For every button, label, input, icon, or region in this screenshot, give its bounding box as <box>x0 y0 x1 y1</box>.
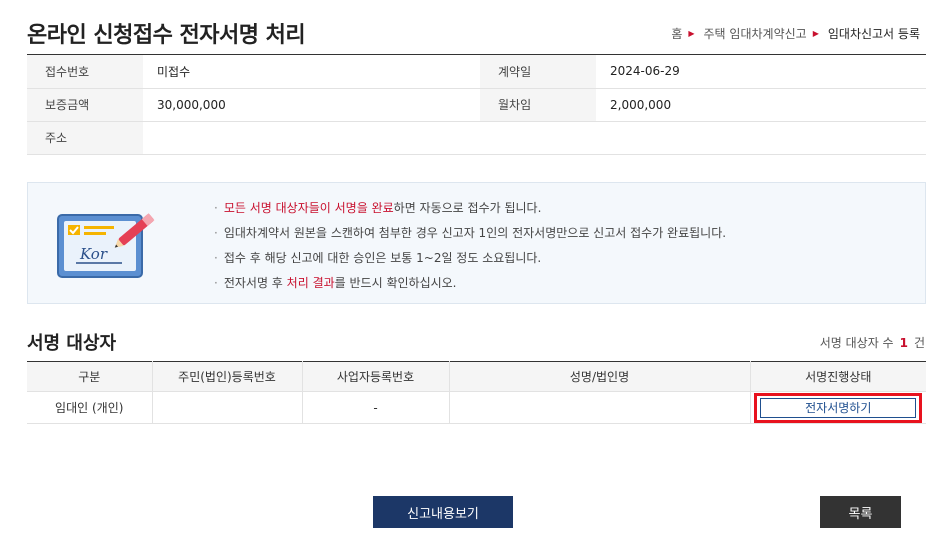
svg-text:Kor: Kor <box>79 245 108 263</box>
signer-brn: - <box>301 391 449 424</box>
breadcrumb-current: 임대차신고서 등록 <box>827 27 920 41</box>
column-header: 구분 <box>27 361 152 392</box>
signer-type: 임대인 (개인) <box>27 391 152 424</box>
signer-count-label: 서명 대상자 수 <box>819 336 894 350</box>
signer-count: 서명 대상자 수 1건 <box>820 334 925 351</box>
column-header: 주민(법인)등록번호 <box>151 361 302 392</box>
chevron-right-icon: ▶ <box>812 29 819 38</box>
signer-count-number: 1 <box>899 336 908 350</box>
signer-count-unit: 건 <box>913 336 925 350</box>
highlight-box: 전자서명하기 <box>754 392 923 423</box>
signers-table: 구분 주민(법인)등록번호 사업자등록번호 성명/법인명 서명진행상태 임대인 … <box>27 361 926 424</box>
breadcrumb: 홈 ▶ 주택 임대차계약신고 ▶ 임대차신고서 등록 <box>671 25 920 42</box>
signed-document-icon: Kor <box>57 213 155 278</box>
receipt-no-value: 미접수 <box>143 55 480 89</box>
address-label: 주소 <box>27 121 143 155</box>
breadcrumb-home[interactable]: 홈 <box>671 25 682 42</box>
address-value <box>143 121 926 155</box>
signer-name <box>448 391 750 424</box>
page-header: 온라인 신청접수 전자서명 처리 홈 ▶ 주택 임대차계약신고 ▶ 임대차신고서… <box>27 0 926 55</box>
rent-value: 2,000,000 <box>596 88 926 122</box>
contract-date-label: 계약일 <box>480 55 596 89</box>
notice-item: · 전자서명 후 처리 결과를 반드시 확인하십시오. <box>214 276 457 290</box>
table-header-row: 구분 주민(법인)등록번호 사업자등록번호 성명/법인명 서명진행상태 <box>27 361 926 392</box>
signer-rrn <box>151 391 302 424</box>
deposit-value: 30,000,000 <box>143 88 480 122</box>
list-button[interactable]: 목록 <box>820 496 901 528</box>
deposit-label: 보증금액 <box>27 88 143 122</box>
view-report-button[interactable]: 신고내용보기 <box>373 496 513 528</box>
rent-label: 월차임 <box>480 88 596 122</box>
page-title: 온라인 신청접수 전자서명 처리 <box>27 23 306 48</box>
contract-date-value: 2024-06-29 <box>596 55 926 89</box>
chevron-right-icon: ▶ <box>688 29 695 38</box>
info-row: 보증금액 30,000,000 월차임 2,000,000 <box>27 88 926 122</box>
notice-item: · 접수 후 해당 신고에 대한 승인은 보통 1~2일 정도 소요됩니다. <box>214 251 542 265</box>
column-header: 서명진행상태 <box>749 361 926 392</box>
receipt-no-label: 접수번호 <box>27 55 143 89</box>
column-header: 성명/법인명 <box>448 361 750 392</box>
contract-info-table: 접수번호 미접수 계약일 2024-06-29 보증금액 30,000,000 … <box>27 55 926 155</box>
breadcrumb-lease-report[interactable]: 주택 임대차계약신고 <box>704 25 807 42</box>
notice-box: Kor · 모든 서명 대상자들이 서명을 완료하면 자동으로 접수가 됩니다. … <box>27 182 926 304</box>
notice-list: · 모든 서명 대상자들이 서명을 완료하면 자동으로 접수가 됩니다. · 임대차… <box>214 201 726 301</box>
signer-status: 전자서명하기 <box>749 391 926 424</box>
info-row: 접수번호 미접수 계약일 2024-06-29 <box>27 55 926 89</box>
notice-item: · 임대차계약서 원본을 스캔하여 첨부한 경우 신고자 1인의 전자서명만으로 … <box>214 226 727 240</box>
notice-item: · 모든 서명 대상자들이 서명을 완료하면 자동으로 접수가 됩니다. <box>214 201 542 215</box>
info-row: 주소 <box>27 121 926 155</box>
esign-button[interactable]: 전자서명하기 <box>760 397 917 418</box>
table-row: 임대인 (개인) - 전자서명하기 <box>27 391 926 424</box>
signers-section-title: 서명 대상자 <box>27 333 117 354</box>
column-header: 사업자등록번호 <box>301 361 449 392</box>
